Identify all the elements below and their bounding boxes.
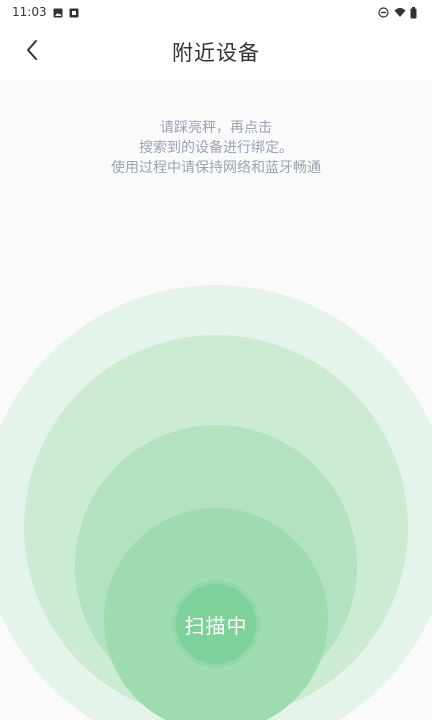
wifi-icon bbox=[394, 7, 406, 17]
scanning-label: 扫描中 bbox=[184, 613, 248, 638]
back-button[interactable] bbox=[18, 38, 46, 66]
scan-area: 扫描中 请踩亮秤，再点击 搜索到的设备进行绑定。 使用过程中请保持网络和蓝牙畅通 bbox=[0, 80, 432, 720]
hint-line-2: 搜索到的设备进行绑定。 bbox=[139, 140, 293, 156]
page-title: 附近设备 bbox=[172, 41, 260, 65]
status-right bbox=[378, 7, 420, 19]
status-time: 11:03 bbox=[12, 5, 47, 19]
hint-line-3: 使用过程中请保持网络和蓝牙畅通 bbox=[111, 160, 321, 176]
instruction-text: 请踩亮秤，再点击 搜索到的设备进行绑定。 使用过程中请保持网络和蓝牙畅通 bbox=[0, 118, 432, 178]
header: 附近设备 bbox=[0, 24, 432, 80]
notification-icon bbox=[69, 7, 79, 18]
status-bar: 11:03 bbox=[0, 0, 432, 24]
status-left: 11:03 bbox=[12, 5, 79, 19]
hint-line-1: 请踩亮秤，再点击 bbox=[160, 120, 272, 136]
dnd-icon bbox=[378, 7, 389, 18]
battery-icon bbox=[410, 7, 420, 19]
chevron-left-icon bbox=[25, 39, 39, 65]
scanning-button[interactable]: 扫描中 bbox=[176, 584, 256, 664]
image-icon bbox=[53, 7, 63, 18]
